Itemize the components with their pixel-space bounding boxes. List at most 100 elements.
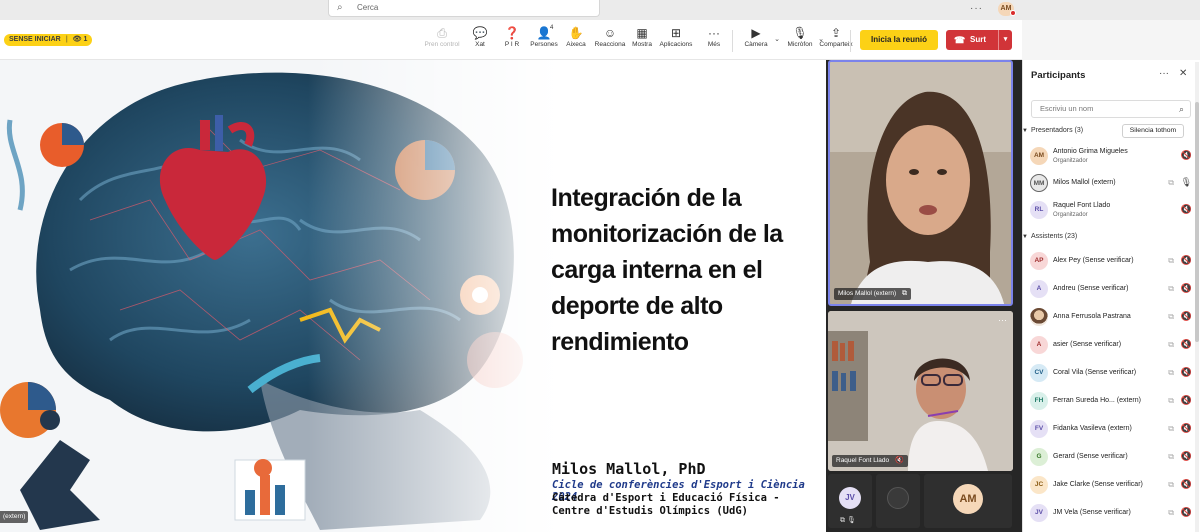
presenter-row[interactable]: AM Antonio Grima Migueles Organitzador 🔇 (1022, 143, 1200, 171)
toolbar-people-button[interactable]: 👤 4 Persones (526, 25, 562, 57)
user-avatar[interactable]: AM (998, 2, 1016, 16)
close-icon[interactable]: ✕ (1179, 68, 1187, 79)
scrollbar-thumb[interactable] (1195, 102, 1199, 342)
participant-role: Organitzador (1053, 158, 1088, 164)
presenters-section-header[interactable]: ▼ Presentadors (3) (1022, 127, 1083, 134)
toolbar-item-label: Comparteix (819, 41, 853, 48)
small-tile-avatar (887, 487, 909, 509)
participant-name: Coral Vila (Sense verificar) (1053, 369, 1137, 376)
video-tile-second[interactable]: ··· Raquel Font Llado 🔇 (828, 311, 1013, 471)
avatar: A (1030, 280, 1048, 298)
presenter-row[interactable]: RL Raquel Font Llado Organitzador 🔇 (1022, 197, 1200, 225)
start-meeting-button[interactable]: Inicia la reunió (860, 30, 938, 50)
participant-name: Jake Clarke (Sense verificar) (1053, 481, 1143, 488)
attendees-section-header[interactable]: ▼ Assistents (23) (1022, 233, 1077, 240)
mic-off-icon[interactable]: 🔇 (1181, 395, 1192, 406)
toolbar-apps-button[interactable]: ⊞ Aplicacions (658, 25, 694, 57)
leave-button[interactable]: ☎ Surt ▾ (946, 30, 1012, 50)
toolbar-item-label: P I R (504, 41, 520, 48)
attendee-row[interactable]: Aasier (Sense verificar) ⧉ 🔇 (1022, 332, 1200, 360)
toolbar-share-button[interactable]: ⇪ Comparteix (818, 25, 854, 57)
toolbar-take-control-button[interactable]: ⎙ Pren control (424, 25, 460, 57)
camera-off-icon: ⧉ (1168, 256, 1174, 265)
video-tile-main[interactable]: Milos Mallol (extern) ⧉ (828, 60, 1013, 306)
camera-off-icon: ⧉ (1168, 396, 1174, 405)
attendee-row[interactable]: JV JM Vela (Sense verificar) ⧉ 🔇 (1022, 500, 1200, 528)
attendee-row[interactable]: CV Coral Vila (Sense verificar) ⧉ 🔇 (1022, 360, 1200, 388)
apps-icon: ⊞ (670, 26, 682, 40)
avatar: A (1030, 336, 1048, 354)
attendee-row[interactable]: FV Fidanka Vasileva (extern) ⧉ 🔇 (1022, 416, 1200, 444)
title-more-icon[interactable]: ··· (970, 3, 983, 14)
attendee-row[interactable]: JC Jake Clarke (Sense verificar) ⧉ 🔇 (1022, 472, 1200, 500)
mic-off-icon[interactable]: 🔇 (1181, 451, 1192, 462)
search-box[interactable]: ⌕ Cerca (328, 0, 600, 17)
toolbar-microphone-button[interactable]: 🎙 Micròfon ⌄ (782, 25, 824, 57)
camera-off-icon: ⧉ (1168, 368, 1174, 377)
attendee-row[interactable]: A Andreu (Sense verificar) ⧉ 🔇 (1022, 276, 1200, 304)
camera-off-icon: ⧉ (1168, 508, 1174, 517)
avatar: FH (1030, 392, 1048, 410)
chevron-down-icon[interactable]: ⌄ (774, 35, 780, 43)
slide-institution: Càtedra d'Esport i Educació Física - Cen… (552, 492, 780, 517)
search-icon: ⌕ (337, 2, 343, 13)
shared-slide[interactable]: Integración de la monitorización de la c… (0, 60, 826, 532)
avatar: RL (1030, 201, 1048, 219)
attendee-row[interactable]: G Gerard (Sense verificar) ⧉ 🔇 (1022, 444, 1200, 472)
mic-off-icon[interactable]: 🔇 (1181, 283, 1192, 294)
status-separator: | (65, 36, 68, 43)
mic-off-icon[interactable]: 🔇 (1181, 507, 1192, 518)
slide-speaker: Milos Mallol, PhD (552, 460, 706, 478)
attendee-row[interactable]: FH Ferran Sureda Ho... (extern) ⧉ 🔇 (1022, 388, 1200, 416)
title-bar: ⌕ Cerca ··· AM (0, 0, 1200, 20)
attendee-row[interactable]: Anna Ferrusola Pastrana ⧉ 🔇 (1022, 304, 1200, 332)
mute-all-button[interactable]: Silencia tothom (1122, 124, 1184, 138)
meeting-stage: Integración de la monitorización de la c… (0, 60, 1022, 532)
toolbar-item-label: Aixeca (566, 41, 586, 48)
camera-off-icon: ⧉ (1168, 452, 1174, 461)
toolbar-divider (732, 30, 733, 52)
participant-name: Anna Ferrusola Pastrana (1053, 313, 1131, 320)
mic-off-icon[interactable]: 🔇 (1181, 255, 1192, 266)
mic-off-icon[interactable]: 🔇 (1181, 311, 1192, 322)
participant-search-placeholder: Escriviu un nom (1040, 104, 1094, 113)
leave-options-chevron-icon[interactable]: ▾ (998, 30, 1012, 50)
hang-up-icon: ☎ (954, 35, 966, 45)
tile-more-icon[interactable]: ··· (998, 315, 1007, 325)
leave-label: Surt (970, 35, 986, 44)
attendee-row[interactable]: AP Alex Pey (Sense verificar) ⧉ 🔇 (1022, 248, 1200, 276)
mic-off-icon[interactable]: 🔇 (1181, 204, 1192, 215)
mic-on-icon[interactable]: 🎙 (1181, 177, 1192, 188)
viewer-count: 1 (83, 36, 88, 43)
presenter-row[interactable]: MM Milos Mallol (extern) ⧉ 🎙 (1022, 170, 1200, 198)
toolbar-more-button[interactable]: ··· Més (696, 25, 732, 57)
panel-title: Participants (1031, 70, 1086, 81)
panel-scrollbar[interactable] (1195, 62, 1199, 532)
participant-video-feed (828, 311, 1013, 471)
mic-off-icon[interactable]: 🔇 (1181, 479, 1192, 490)
toolbar-item-label: Persones (530, 41, 558, 48)
react-icon: ☺ (603, 26, 617, 40)
toolbar-view-button[interactable]: ▦ Mostra (624, 25, 660, 57)
mic-off-icon[interactable]: 🔇 (1181, 339, 1192, 350)
toolbar-react-button[interactable]: ☺ Reacciona (592, 25, 628, 57)
mic-off-icon[interactable]: 🔇 (1181, 150, 1192, 161)
avatar (1030, 308, 1048, 326)
avatar: G (1030, 448, 1048, 466)
small-tile[interactable] (876, 474, 920, 528)
small-tile[interactable]: JV ⧉ 🎙 (828, 474, 872, 528)
toolbar-camera-button[interactable]: ▶ Càmera ⌄ (738, 25, 780, 57)
qa-icon: ❓ (504, 26, 520, 40)
mic-off-icon[interactable]: 🔇 (1181, 423, 1192, 434)
participant-search-input[interactable]: Escriviu un nom ⌕ (1031, 100, 1191, 118)
toolbar-item-label: Aplicacions (659, 41, 693, 48)
toolbar-item-label: Reacciona (594, 41, 626, 48)
small-tile[interactable]: AM (924, 474, 1012, 528)
small-tile-status-icons: ⧉ 🎙 (840, 517, 856, 524)
mic-off-icon[interactable]: 🔇 (1181, 367, 1192, 378)
toolbar-qa-button[interactable]: ❓ P I R (494, 25, 530, 57)
toolbar-raise-hand-button[interactable]: ✋ Aixeca (558, 25, 594, 57)
avatar: MM (1030, 174, 1048, 192)
panel-more-icon[interactable]: ··· (1159, 68, 1169, 79)
toolbar-chat-button[interactable]: 💬 Xat (462, 25, 498, 57)
